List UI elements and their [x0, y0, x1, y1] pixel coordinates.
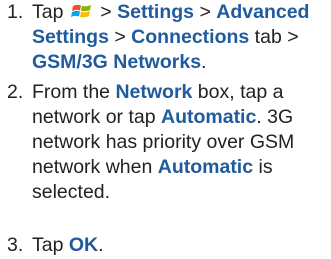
- step-text: tab >: [249, 26, 299, 48]
- step-1-text: Tap > Settings > Advanced Settings > Con…: [32, 0, 329, 75]
- ui-term: OK: [68, 234, 99, 256]
- step-text: .: [201, 51, 207, 73]
- step-number: 3.: [7, 234, 24, 256]
- step-3-text: Tap OK.: [32, 233, 329, 258]
- step-text: From the: [32, 81, 116, 103]
- ui-term: GSM/3G Networks: [32, 51, 202, 73]
- ui-term: Settings: [117, 1, 195, 23]
- step-text: >: [94, 1, 118, 23]
- ui-term: Network: [115, 81, 193, 103]
- step-number: 1.: [7, 1, 24, 23]
- ui-term: Automatic: [160, 106, 257, 128]
- step-2-text: From the Network box, tap a network or t…: [32, 80, 329, 205]
- step-text: >: [108, 26, 132, 48]
- step-text: .: [98, 234, 104, 256]
- step-number: 2.: [7, 81, 24, 103]
- step-text: Tap: [32, 1, 69, 23]
- step-text: Tap: [32, 234, 69, 256]
- ui-term: Automatic: [157, 156, 254, 178]
- ui-term: Connections: [131, 26, 250, 48]
- windows-start-icon: [70, 2, 93, 21]
- step-text: >: [194, 1, 217, 23]
